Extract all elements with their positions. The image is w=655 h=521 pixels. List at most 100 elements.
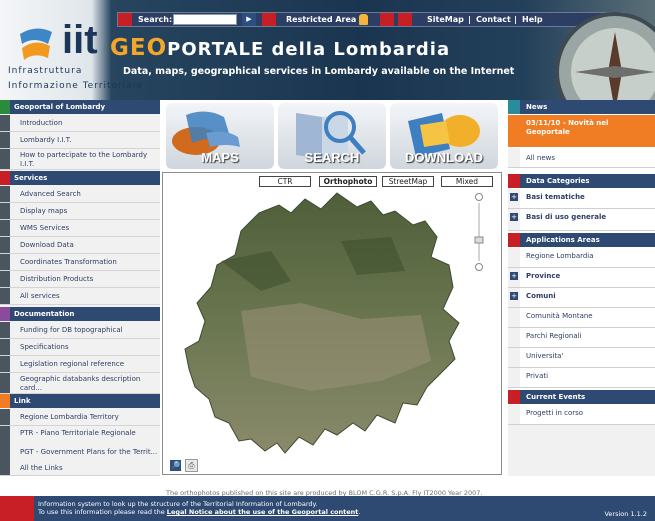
zoom-out-icon[interactable]: [475, 263, 483, 271]
footer: Information system to look up the struct…: [0, 496, 655, 521]
nav-introduction[interactable]: Introduction: [0, 115, 160, 132]
expand-plus-icon[interactable]: +: [510, 213, 518, 221]
area-privati[interactable]: Privati: [508, 368, 655, 388]
main-content: MAPS SEARCH DOWNLOAD CTR Orthophoto Stre…: [162, 100, 502, 497]
zoom-in-icon[interactable]: [475, 193, 483, 201]
area-regione-lombardia[interactable]: Regione Lombardia: [508, 248, 655, 268]
section-color-bar: [0, 394, 10, 408]
section-color-bar: [508, 100, 520, 114]
sitemap-link[interactable]: SiteMap: [427, 13, 464, 26]
print-icon[interactable]: ⎙: [185, 459, 198, 472]
nav-legislation[interactable]: Legislation regional reference: [0, 356, 160, 373]
item-marker: [0, 149, 10, 169]
category-basi-tematiche[interactable]: + Basi tematiche: [508, 189, 655, 209]
restricted-area-link[interactable]: Restricted Area: [286, 13, 356, 26]
nav-ptr[interactable]: PTR - Piano Territoriale Regionale: [0, 426, 160, 448]
tab-mixed[interactable]: Mixed: [441, 176, 493, 187]
maps-button[interactable]: MAPS: [166, 103, 274, 169]
title-rest: PORTALE della Lombardia: [167, 39, 451, 60]
search-label: Search:: [138, 15, 173, 24]
topbar-red-square: [380, 13, 394, 26]
item-marker: [0, 373, 10, 393]
tab-ctr[interactable]: CTR: [259, 176, 311, 187]
topbar-red-square: [262, 13, 276, 26]
expand-plus-icon[interactable]: +: [510, 193, 518, 201]
search-go-button[interactable]: ▶: [242, 13, 256, 26]
section-news: News: [508, 100, 655, 114]
nav-distribution-products[interactable]: Distribution Products: [0, 271, 160, 288]
search-button[interactable]: SEARCH: [278, 103, 386, 169]
area-label: Comunità Montane: [526, 312, 593, 320]
news-item-label: 03/11/10 - Novità nel Geoportale: [526, 119, 609, 136]
map-viewer[interactable]: CTR Orthophoto StreetMap Mixed 🔎 ⎙: [162, 172, 502, 475]
zoom-slider[interactable]: [473, 193, 485, 271]
org-line2: Informazione Territoriale: [8, 81, 143, 91]
section-color-bar: [508, 233, 520, 247]
nav-label: Regione Lombardia Territory: [20, 413, 119, 421]
separator: |: [468, 15, 471, 24]
area-label: Parchi Regionali: [526, 332, 582, 340]
nav-all-services[interactable]: All services: [0, 288, 160, 305]
maps-button-label: MAPS: [201, 150, 239, 165]
lombardy-orthophoto-map[interactable]: [181, 191, 471, 467]
nav-regione-territory[interactable]: Regione Lombardia Territory: [0, 409, 160, 426]
item-marker: [0, 203, 10, 219]
tab-orthophoto[interactable]: Orthophoto: [319, 176, 377, 187]
zoom-handle[interactable]: [474, 236, 484, 244]
nav-advanced-search[interactable]: Advanced Search: [0, 186, 160, 203]
header: Search: ▶ Restricted Area SiteMap | Cont…: [0, 0, 655, 100]
nav-lombardy-iit[interactable]: Lombardy I.I.T.: [0, 132, 160, 149]
area-universita[interactable]: Universita': [508, 348, 655, 368]
iit-logo[interactable]: iit Infrastruttura Informazione Territor…: [8, 18, 142, 98]
section-color-bar: [508, 174, 520, 188]
item-marker: [0, 115, 10, 131]
event-label: Progetti in corso: [526, 409, 584, 417]
section-color-bar: [508, 390, 520, 404]
news-item-highlight[interactable]: 03/11/10 - Novità nel Geoportale: [508, 115, 655, 147]
magnify-tool-icon[interactable]: 🔎: [169, 459, 182, 472]
search-input[interactable]: [173, 14, 237, 25]
tab-streetmap[interactable]: StreetMap: [382, 176, 434, 187]
section-title: Current Events: [526, 393, 586, 401]
footer-legal-suffix: .: [358, 508, 361, 516]
area-province[interactable]: + Province: [508, 268, 655, 288]
nav-pgt[interactable]: PGT - Government Plans for the Territ...: [0, 448, 160, 463]
contact-link[interactable]: Contact: [476, 13, 511, 26]
item-marker: [0, 339, 10, 355]
category-basi-uso-generale[interactable]: + Basi di uso generale: [508, 209, 655, 231]
item-marker: [0, 426, 10, 448]
nav-download-data[interactable]: Download Data: [0, 237, 160, 254]
section-geoportal: Geoportal of Lombardy: [0, 100, 160, 114]
area-comunita-montane[interactable]: Comunità Montane: [508, 308, 655, 328]
all-news-link[interactable]: All news: [508, 148, 655, 168]
area-label: Province: [526, 272, 561, 280]
nav-label: Display maps: [20, 207, 68, 215]
nav-funding-db[interactable]: Funding for DB topographical: [0, 322, 160, 339]
topbar-red-square: [118, 13, 132, 26]
area-comuni[interactable]: + Comuni: [508, 288, 655, 308]
download-button[interactable]: DOWNLOAD: [390, 103, 498, 169]
item-marker: [508, 348, 520, 367]
nav-specifications[interactable]: Specifications: [0, 339, 160, 356]
nav-display-maps[interactable]: Display maps: [0, 203, 160, 220]
page-subtitle: Data, maps, geographical services in Lom…: [123, 66, 515, 77]
search-button-label: SEARCH: [304, 150, 360, 165]
expand-plus-icon[interactable]: +: [510, 292, 518, 300]
area-parchi-regionali[interactable]: Parchi Regionali: [508, 328, 655, 348]
section-title: Applications Areas: [526, 236, 600, 244]
nav-label: Lombardy I.I.T.: [20, 136, 72, 144]
legal-notice-link[interactable]: Legal Notice about the use of the Geopor…: [167, 508, 359, 516]
item-marker: [0, 322, 10, 338]
nav-how-to-participate[interactable]: How to partecipate to the Lombardy I.I.T…: [0, 149, 160, 170]
expand-plus-icon[interactable]: +: [510, 272, 518, 280]
lock-icon[interactable]: [359, 14, 368, 25]
item-marker: [508, 248, 520, 267]
nav-databanks-card[interactable]: Geographic databanks description card...: [0, 373, 160, 394]
nav-coordinates-transformation[interactable]: Coordinates Transformation: [0, 254, 160, 271]
event-progetti-in-corso[interactable]: Progetti in corso: [508, 405, 655, 425]
nav-wms-services[interactable]: WMS Services: [0, 220, 160, 237]
nav-label: PTR - Piano Territoriale Regionale: [20, 429, 136, 437]
page-title: GEOPORTALE della Lombardia: [110, 35, 450, 61]
section-title: Link: [14, 397, 31, 405]
nav-all-links[interactable]: All the Links: [0, 463, 160, 476]
